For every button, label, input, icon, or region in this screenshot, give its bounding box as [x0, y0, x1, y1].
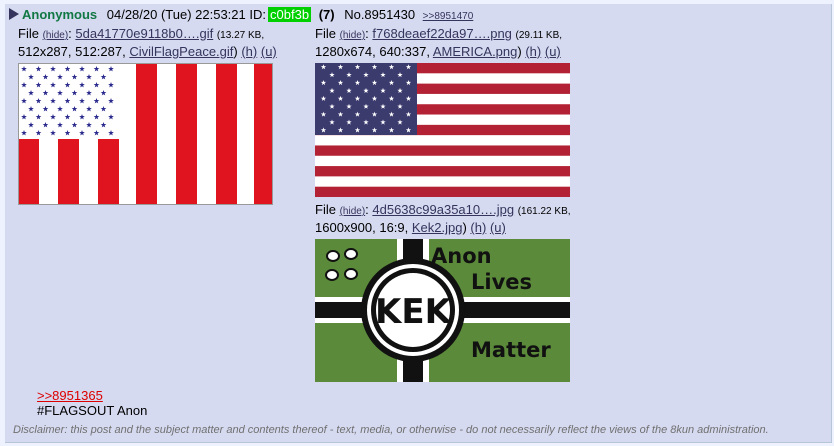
us-flag-stripe [315, 145, 570, 157]
file-2-original-name[interactable]: AMERICA.png [433, 44, 518, 59]
file-2: File (hide): f768deaef22da97….png (29.11… [315, 26, 605, 60]
kek-flag-text-line3: Matter [471, 338, 551, 362]
file-3-size: (161.22 KB, [517, 206, 571, 217]
poster-name: Anonymous [22, 7, 98, 22]
us-flag-stripe [315, 155, 570, 167]
file-3-original-name[interactable]: Kek2.jpg [412, 220, 463, 235]
disclaimer-text: Disclaimer: this post and the subject ma… [13, 424, 769, 436]
file-2-meta: 1280x674, 640:337, AMERICA.png) (h) (u) [315, 44, 561, 59]
file-1-info: File (hide): 5da41770e9118b0….gif (13.27… [18, 26, 265, 41]
file-2-dimensions: 1280x674, 640:337, [315, 44, 430, 59]
post-header: Anonymous 04/28/20 (Tue) 22:53:21 ID: c0b… [9, 7, 473, 22]
file-3-info: File (hide): 4d5638c99a35a10….jpg (161.2… [315, 202, 571, 217]
file-3-dimensions: 1600x900, 16:9, [315, 220, 409, 235]
file-3-h-link[interactable]: (h) [470, 220, 486, 235]
file-2-link[interactable]: f768deaef22da97….png [372, 26, 512, 41]
quote-reply-link[interactable]: >>8951365 [37, 388, 103, 403]
kek-flag-image[interactable]: KEK Anon Lives Matter [315, 239, 570, 382]
kek-emblem-text: KEK [375, 292, 453, 332]
file-3-link[interactable]: 4d5638c99a35a10….jpg [372, 202, 514, 217]
kek-flag-text-line2: Lives [471, 270, 532, 294]
file-1-link[interactable]: 5da41770e9118b0….gif [75, 26, 213, 41]
american-flag-image[interactable] [315, 63, 570, 197]
file-3-u-link[interactable]: (u) [490, 220, 506, 235]
civil-flag-peace-image[interactable] [18, 63, 273, 205]
post-container: Anonymous 04/28/20 (Tue) 22:53:21 ID: c0b… [5, 4, 832, 443]
file-label: File [18, 26, 39, 41]
file-label: File [315, 26, 336, 41]
hide-file-link[interactable]: (hide) [340, 206, 366, 217]
us-flag-stripe [315, 176, 570, 187]
file-3: File (hide): 4d5638c99a35a10….jpg (161.2… [315, 202, 605, 236]
poster-id[interactable]: c0bf3b [268, 7, 312, 22]
file-1-h-link[interactable]: (h) [241, 44, 257, 59]
file-1-dimensions: 512x287, 512:287, [18, 44, 126, 59]
file-1-original-name[interactable]: CivilFlagPeace.gif [129, 44, 233, 59]
file-2-h-link[interactable]: (h) [525, 44, 541, 59]
backlink[interactable]: >>8951470 [423, 11, 474, 22]
file-3-meta: 1600x900, 16:9, Kek2.jpg) (h) (u) [315, 220, 506, 235]
kek-flag-text-line1: Anon [431, 244, 492, 268]
us-flag-stripe [315, 166, 570, 177]
file-label: File [315, 202, 336, 217]
post-body-text: #FLAGSOUT Anon [37, 403, 148, 418]
id-label: ID: [249, 7, 267, 22]
file-2-u-link[interactable]: (u) [545, 44, 561, 59]
file-1-u-link[interactable]: (u) [261, 44, 277, 59]
file-1: File (hide): 5da41770e9118b0….gif (13.27… [18, 26, 298, 60]
post-number[interactable]: No.8951430 [344, 7, 415, 22]
file-1-size: (13.27 KB, [216, 30, 265, 41]
file-2-info: File (hide): f768deaef22da97….png (29.11… [315, 26, 563, 41]
us-flag-stripe [315, 135, 570, 146]
us-flag-stripe [315, 186, 570, 197]
hide-file-link[interactable]: (hide) [340, 30, 366, 41]
file-2-size: (29.11 KB, [515, 30, 563, 41]
reply-count: (7) [318, 7, 335, 22]
post-menu-arrow-icon[interactable] [9, 8, 19, 20]
post-date: 04/28/20 (Tue) 22:53:21 [106, 7, 246, 22]
hide-file-link[interactable]: (hide) [43, 30, 69, 41]
file-1-meta: 512x287, 512:287, CivilFlagPeace.gif) (h… [18, 44, 277, 59]
